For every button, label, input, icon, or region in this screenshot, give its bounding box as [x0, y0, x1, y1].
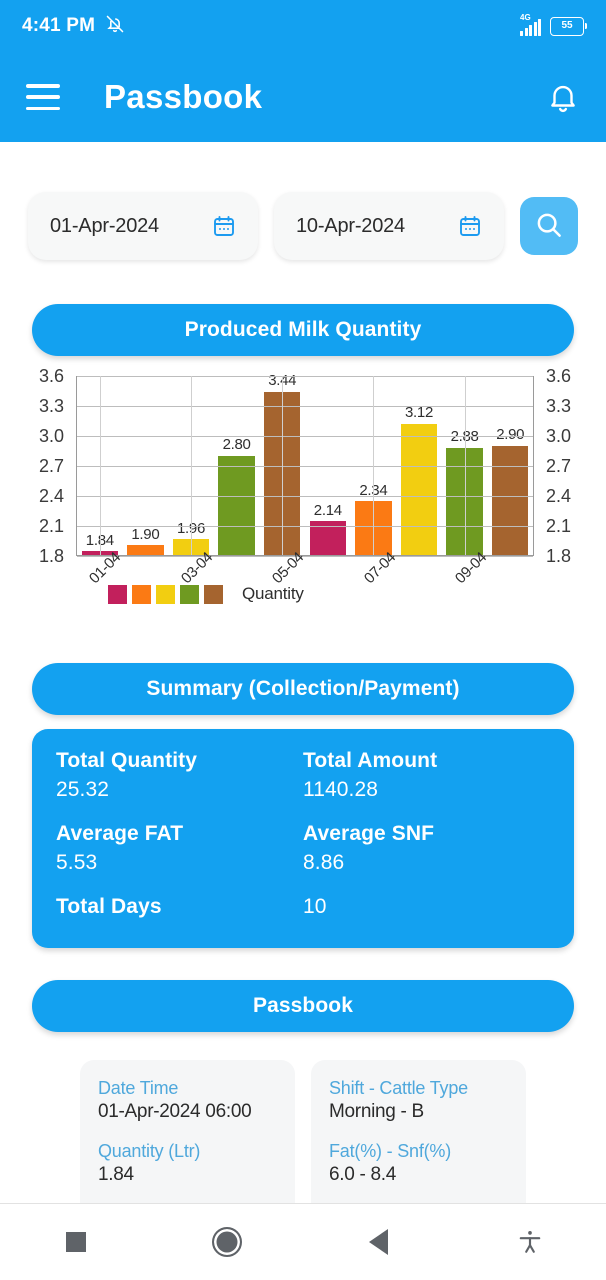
fat-snf-label: Fat(%) - Snf(%)	[329, 1141, 452, 1161]
total-quantity-value: 25.32	[56, 778, 110, 801]
square-recents-icon[interactable]	[0, 1204, 152, 1280]
summary-header[interactable]: Summary (Collection/Payment)	[32, 663, 574, 715]
quantity-label: Quantity (Ltr)	[98, 1141, 201, 1161]
average-fat-value: 5.53	[56, 851, 98, 874]
date-time-label: Date Time	[98, 1078, 179, 1098]
app-bar: Passbook	[0, 52, 606, 142]
y-axis-tick: 3.6	[38, 366, 64, 386]
bell-muted-icon	[105, 14, 125, 39]
chart-vertical-gridline	[191, 376, 192, 555]
y-axis-left: 1.8 2.1 2.4 2.7 3.0 3.3 3.6	[30, 367, 70, 565]
y-axis-tick: 2.1	[38, 516, 64, 536]
y-axis-tick: 2.7	[38, 456, 64, 476]
y-axis-tick: 1.8	[546, 546, 572, 566]
chart-bar	[127, 545, 164, 555]
chart-vertical-gridline	[464, 376, 466, 555]
to-date-value: 10-Apr-2024	[296, 214, 405, 237]
chart-bar-label: 1.90	[131, 526, 160, 543]
passbook-record-card-right[interactable]: Shift - Cattle Type Morning - B Fat(%) -…	[311, 1060, 526, 1204]
passbook-record-card-left[interactable]: Date Time 01-Apr-2024 06:00 Quantity (Lt…	[80, 1060, 295, 1204]
legend-label: Quantity	[242, 584, 304, 603]
legend-swatch	[204, 584, 223, 604]
bell-icon[interactable]	[546, 80, 580, 114]
chart-vertical-gridline	[282, 376, 284, 555]
chart-bar-label: 2.80	[222, 436, 251, 453]
average-fat-label: Average FAT	[56, 822, 184, 845]
calendar-icon[interactable]	[458, 214, 482, 238]
y-axis-tick: 2.1	[546, 516, 572, 536]
chart-gridline	[77, 556, 533, 557]
quantity-value: 1.84	[98, 1164, 134, 1185]
chart-bar-label: 2.90	[496, 426, 525, 443]
passbook-header-label: Passbook	[252, 994, 353, 1017]
y-axis-tick: 2.4	[38, 486, 64, 506]
page-title: Passbook	[104, 78, 263, 115]
y-axis-right: 1.8 2.1 2.4 2.7 3.0 3.3 3.6	[540, 367, 580, 565]
y-axis-tick: 3.6	[546, 366, 572, 386]
total-amount-label: Total Amount	[303, 749, 438, 772]
calendar-icon[interactable]	[212, 214, 236, 238]
chart-bar	[218, 455, 255, 555]
battery-level-label: 55	[561, 20, 573, 31]
chart-bar-label: 2.14	[313, 502, 342, 519]
summary-header-label: Summary (Collection/Payment)	[146, 677, 460, 700]
search-button[interactable]	[520, 197, 578, 255]
shift-cattle-type-value: Morning - B	[329, 1101, 424, 1122]
total-days-value: 10	[303, 895, 327, 918]
status-bar: 4:41 PM 4G 55	[0, 0, 606, 52]
android-navigation-bar	[0, 1203, 606, 1280]
average-snf-value: 8.86	[303, 851, 345, 874]
legend-swatch	[132, 584, 151, 604]
y-axis-tick: 2.4	[546, 486, 572, 506]
from-date-field[interactable]: 01-Apr-2024	[28, 192, 258, 260]
summary-card: Total Quantity Total Amount 25.32 1140.2…	[32, 729, 574, 948]
status-bar-left: 4:41 PM	[22, 14, 125, 39]
y-axis-tick: 3.3	[546, 396, 572, 416]
total-quantity-label: Total Quantity	[56, 749, 198, 772]
produced-milk-quantity-header[interactable]: Produced Milk Quantity	[32, 304, 574, 356]
network-type-label: 4G	[520, 13, 531, 22]
passbook-header[interactable]: Passbook	[32, 980, 574, 1032]
signal-strength-icon: 4G	[519, 13, 541, 36]
fat-snf-value: 6.0 - 8.4	[329, 1164, 397, 1185]
to-date-field[interactable]: 10-Apr-2024	[274, 192, 504, 260]
chart-legend: Quantity	[108, 584, 304, 604]
chart-vertical-gridline	[99, 376, 101, 555]
date-filter-row: 01-Apr-2024 10-Apr-2024	[0, 142, 606, 260]
triangle-back-icon[interactable]	[303, 1204, 455, 1280]
chart-bar	[491, 445, 529, 555]
average-snf-label: Average SNF	[303, 822, 435, 845]
chart-plot-area: 1.841.901.962.803.442.142.343.122.882.90	[76, 372, 534, 557]
battery-icon: 55	[550, 16, 587, 36]
status-time: 4:41 PM	[22, 15, 96, 36]
hamburger-menu-icon[interactable]	[26, 84, 60, 110]
passbook-record-row: Date Time 01-Apr-2024 06:00 Quantity (Lt…	[0, 1032, 606, 1204]
y-axis-tick: 3.0	[38, 426, 64, 446]
total-amount-value: 1140.28	[303, 778, 379, 801]
main-content: 01-Apr-2024 10-Apr-2024 Produced Milk Qu…	[0, 142, 606, 1204]
produced-milk-quantity-label: Produced Milk Quantity	[184, 318, 422, 341]
from-date-value: 01-Apr-2024	[50, 214, 159, 237]
date-time-value: 01-Apr-2024 06:00	[98, 1101, 252, 1122]
search-icon	[534, 210, 564, 243]
milk-quantity-bar-chart: 1.8 2.1 2.4 2.7 3.0 3.3 3.6 1.8 2.1 2.4 2.7 3.0 3.3…	[0, 367, 606, 621]
accessibility-icon[interactable]	[455, 1204, 606, 1280]
legend-swatch	[156, 584, 175, 604]
total-days-label: Total Days	[56, 895, 162, 918]
legend-swatch	[108, 584, 127, 604]
chart-bar	[400, 423, 438, 555]
y-axis-tick: 3.3	[38, 396, 64, 416]
y-axis-tick: 3.0	[546, 426, 572, 446]
circle-home-icon[interactable]	[152, 1204, 304, 1280]
y-axis-tick: 1.8	[38, 546, 64, 566]
status-bar-right: 4G 55	[519, 13, 587, 36]
chart-vertical-gridline	[373, 376, 375, 555]
legend-swatch	[180, 584, 199, 604]
shift-cattle-type-label: Shift - Cattle Type	[329, 1078, 468, 1098]
y-axis-tick: 2.7	[546, 456, 572, 476]
